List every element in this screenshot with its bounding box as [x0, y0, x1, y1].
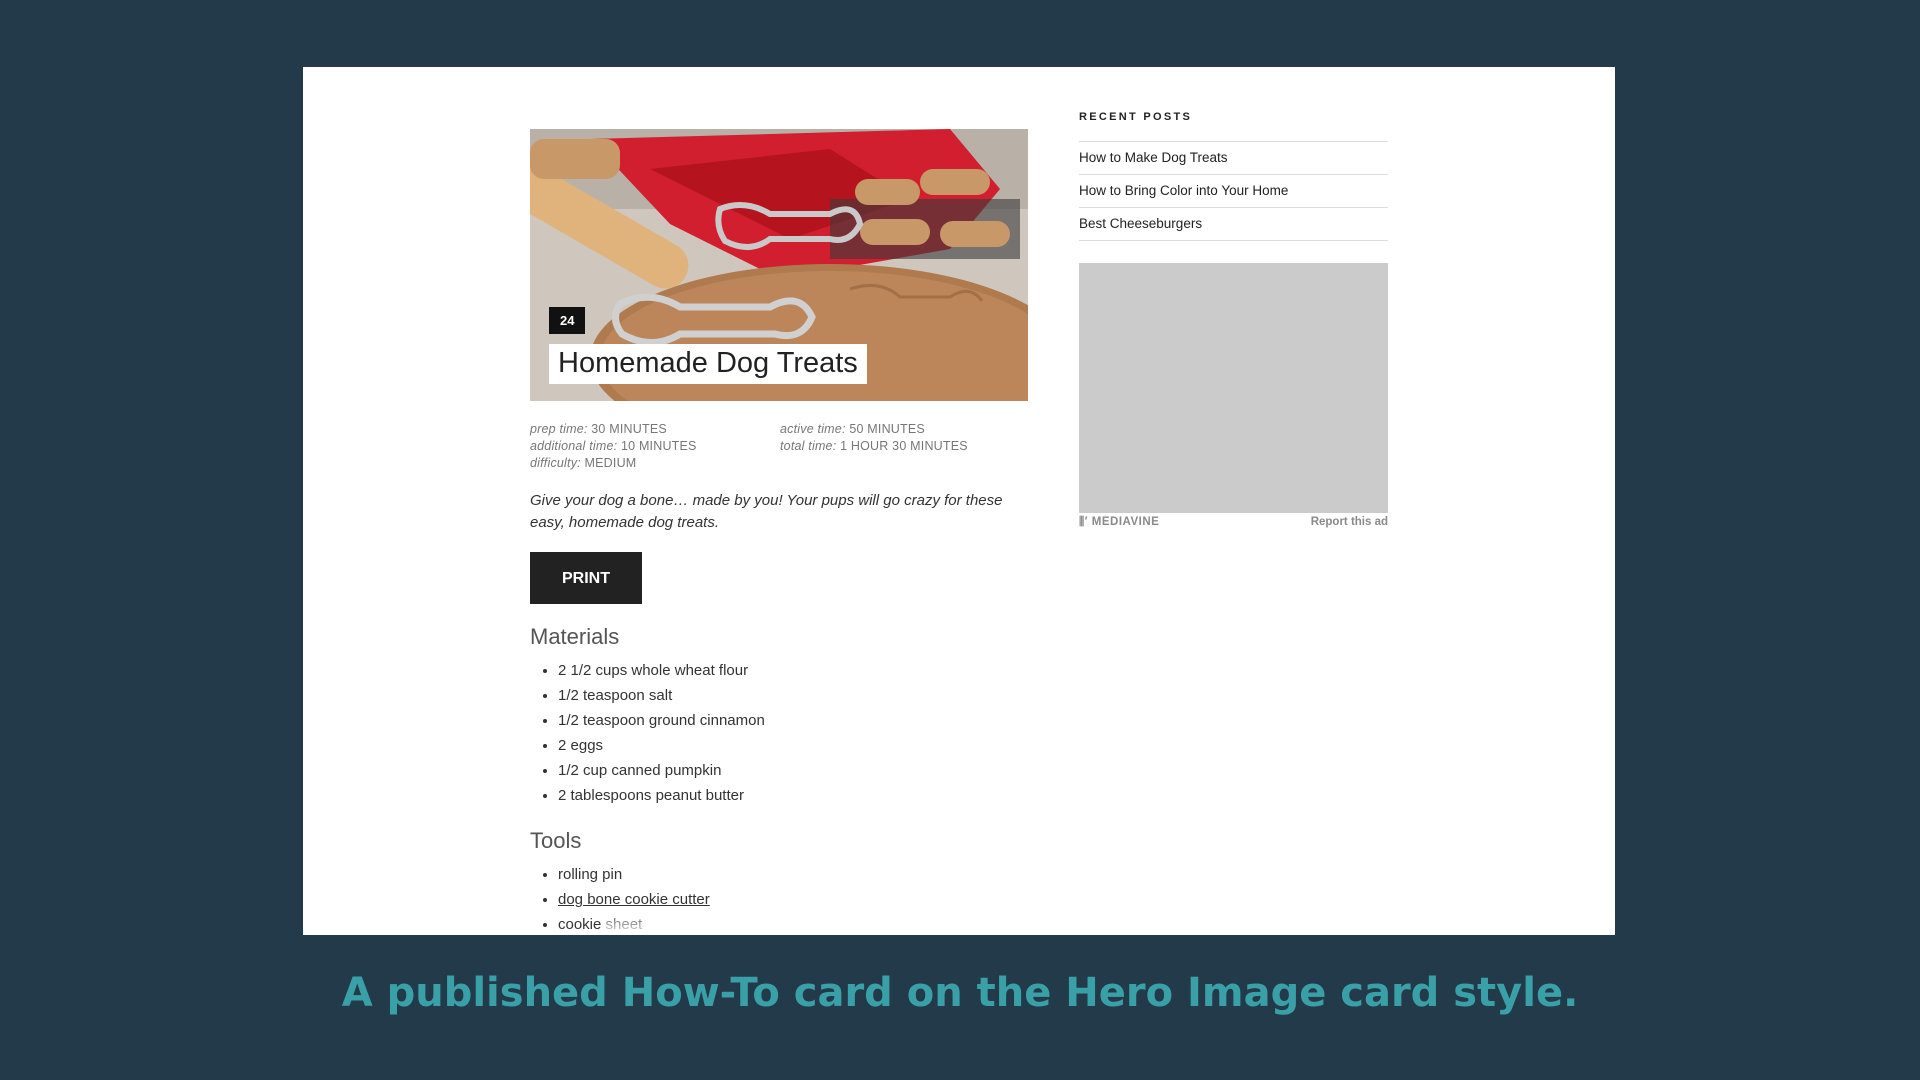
ad-footer: ⫼′ MEDIAVINE Report this ad	[1079, 516, 1388, 529]
total-time-label: total time:	[780, 439, 837, 453]
list-item: 1/2 teaspoon salt	[558, 683, 1028, 708]
mediavine-icon: ⫼′	[1079, 516, 1089, 528]
list-item: rolling pin	[558, 862, 1028, 887]
recipe-card: 24 Homemade Dog Treats prep time: 30 MIN…	[530, 129, 1028, 935]
total-time-value: 1 HOUR 30 MINUTES	[840, 439, 968, 453]
prep-time: prep time: 30 MINUTES	[530, 422, 780, 436]
active-time-label: active time:	[780, 422, 846, 436]
list-item: 2 tablespoons peanut butter	[558, 783, 1028, 808]
materials-list: 2 1/2 cups whole wheat flour 1/2 teaspoo…	[530, 658, 1028, 808]
list-item: 2 eggs	[558, 733, 1028, 758]
recipe-meta: prep time: 30 MINUTES active time: 50 MI…	[530, 422, 1028, 470]
bottom-fade	[603, 909, 1123, 935]
difficulty: difficulty: MEDIUM	[530, 456, 780, 470]
report-ad-link[interactable]: Report this ad	[1311, 516, 1388, 529]
recent-post-link[interactable]: How to Make Dog Treats	[1079, 142, 1388, 175]
recent-posts-list: How to Make Dog Treats How to Bring Colo…	[1079, 141, 1388, 241]
active-time-value: 50 MINUTES	[849, 422, 925, 436]
slide-caption: A published How-To card on the Hero Imag…	[341, 970, 1579, 1016]
additional-time-value: 10 MINUTES	[620, 439, 697, 453]
date-badge: 24	[549, 307, 586, 334]
list-item: 1/2 cup canned pumpkin	[558, 758, 1028, 783]
additional-time: additional time: 10 MINUTES	[530, 439, 780, 453]
difficulty-value: MEDIUM	[584, 456, 637, 470]
list-item: 2 1/2 cups whole wheat flour	[558, 658, 1028, 683]
tools-heading: Tools	[530, 828, 582, 853]
hero-image: 24 Homemade Dog Treats	[530, 129, 1028, 401]
ad-placeholder[interactable]	[1079, 263, 1388, 513]
recent-posts-heading: RECENT POSTS	[1079, 111, 1193, 123]
browser-page: 24 Homemade Dog Treats prep time: 30 MIN…	[303, 67, 1615, 935]
recipe-title: Homemade Dog Treats	[549, 344, 867, 384]
additional-time-label: additional time:	[530, 439, 618, 453]
total-time: total time: 1 HOUR 30 MINUTES	[780, 439, 1028, 453]
recipe-summary: Give your dog a bone… made by you! Your …	[530, 492, 1003, 531]
list-item: 1/2 teaspoon ground cinnamon	[558, 708, 1028, 733]
dog-bone-cutter-link[interactable]: dog bone cookie cutter	[558, 891, 710, 908]
mediavine-logo: ⫼′ MEDIAVINE	[1079, 516, 1159, 529]
materials-heading: Materials	[530, 624, 620, 649]
prep-time-label: prep time:	[530, 422, 588, 436]
recent-post-link[interactable]: How to Bring Color into Your Home	[1079, 175, 1388, 208]
difficulty-label: difficulty:	[530, 456, 581, 470]
mediavine-label: MEDIAVINE	[1091, 516, 1160, 528]
prep-time-value: 30 MINUTES	[591, 422, 667, 436]
print-button[interactable]: PRINT	[530, 552, 642, 604]
sidebar: RECENT POSTS How to Make Dog Treats How …	[1079, 111, 1388, 529]
active-time: active time: 50 MINUTES	[780, 422, 1028, 436]
recent-post-link[interactable]: Best Cheeseburgers	[1079, 208, 1388, 241]
